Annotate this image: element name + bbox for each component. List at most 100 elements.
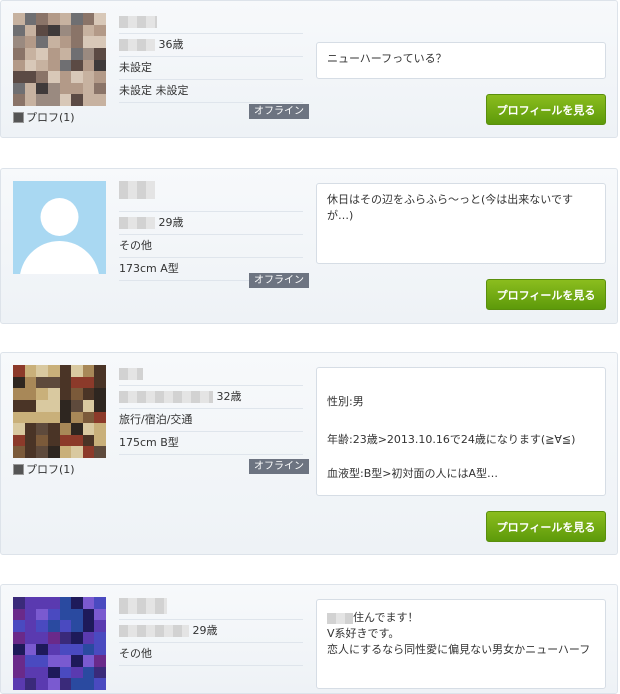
blurred-location: [119, 217, 155, 229]
message-line: 性別:男: [327, 395, 364, 408]
mosaic-tile: [47, 631, 60, 644]
mosaic-tile: [71, 399, 83, 412]
mosaic-tile: [13, 620, 25, 632]
mosaic-tile: [71, 376, 83, 389]
age-row: 36歳: [119, 34, 303, 57]
photo-count-label: プロフ(1): [26, 463, 75, 476]
message-box: ニューハーフっている？: [316, 42, 606, 79]
mosaic-tile: [82, 24, 95, 37]
mosaic-tile: [82, 13, 95, 25]
blurred-username: [119, 598, 167, 614]
view-profile-button[interactable]: プロフィールを見る: [486, 94, 606, 125]
mosaic-tile: [59, 94, 72, 106]
profile-photo-link[interactable]: プロフ(1): [13, 109, 75, 125]
mosaic-tile: [59, 643, 72, 656]
mosaic-tile: [13, 36, 25, 48]
mosaic-tile: [94, 399, 106, 412]
mosaic-tile: [94, 620, 106, 632]
profile-info: 32歳 旅行/宿泊/交通 175cm B型: [119, 363, 303, 455]
avatar[interactable]: [13, 365, 106, 458]
mosaic-tile: [36, 597, 48, 609]
mosaic-tile: [13, 388, 25, 400]
mosaic-tile: [36, 399, 48, 412]
blurred-location: [327, 612, 353, 624]
mosaic-tile: [36, 13, 48, 25]
mosaic-tile: [82, 59, 95, 72]
message-line: V系好きです。: [327, 627, 400, 640]
mosaic-tile: [82, 399, 95, 412]
mosaic-tile: [59, 24, 72, 37]
mosaic-tile: [24, 411, 37, 424]
mosaic-tile: [24, 446, 37, 458]
mosaic-tile: [82, 82, 95, 95]
avatar[interactable]: [13, 13, 106, 106]
message-box: 休日はその辺をふらふら～っと(今は出来ないですが…): [316, 183, 606, 264]
mosaic-tile: [47, 59, 60, 72]
mosaic-tile: [71, 94, 83, 106]
mosaic-tile: [13, 376, 25, 389]
mosaic-tile: [82, 71, 95, 83]
mosaic-tile: [47, 47, 60, 60]
mosaic-tile: [36, 47, 48, 60]
mosaic-tile: [47, 388, 60, 400]
message-text: 休日はその辺をふらふら～っと(今は出来ないですが…): [327, 193, 573, 222]
message-box: 性別:男 年齢:23歳>2013.10.16で24歳になります(≧∀≦) 血液型…: [316, 367, 606, 496]
mosaic-tile: [24, 47, 37, 60]
mosaic-tile: [24, 655, 37, 667]
mosaic-tile: [59, 678, 72, 690]
mosaic-tile: [36, 36, 48, 48]
age: 29歳: [192, 624, 218, 637]
mosaic-tile: [13, 94, 25, 106]
mosaic-tile: [47, 434, 60, 447]
profile-info: 36歳 未設定 未設定 未設定: [119, 11, 303, 103]
mosaic-tile: [71, 388, 83, 400]
mosaic-tile: [36, 446, 48, 458]
mosaic-tile: [47, 13, 60, 25]
mosaic-tile: [59, 423, 72, 435]
mosaic-tile: [59, 631, 72, 644]
mosaic-tile: [71, 631, 83, 644]
mosaic-tile: [94, 388, 106, 400]
mosaic-tile: [36, 608, 48, 621]
mosaic-tile: [59, 620, 72, 632]
username-row: [119, 363, 303, 386]
mosaic-tile: [82, 388, 95, 400]
message-line: [327, 448, 595, 464]
profile-photo-link[interactable]: プロフ(1): [13, 461, 75, 477]
mosaic-tile: [47, 36, 60, 48]
mosaic-tile: [94, 13, 106, 25]
mosaic-tile: [59, 597, 72, 609]
mosaic-tile: [13, 71, 25, 83]
mosaic-tile: [36, 94, 48, 106]
mosaic-tile: [82, 655, 95, 667]
height-blood-type: 未設定 未設定: [119, 80, 303, 103]
mosaic-tile: [94, 94, 106, 106]
mosaic-tile: [94, 643, 106, 656]
mosaic-tile: [24, 13, 37, 25]
age: 36歳: [158, 38, 184, 51]
mosaic-tile: [36, 655, 48, 667]
message-line: 年齢:23歳>2013.10.16で24歳になります(≧∀≦): [327, 433, 576, 446]
mosaic-tile: [71, 434, 83, 447]
mosaic-tile: [24, 434, 37, 447]
avatar[interactable]: [13, 597, 106, 690]
mosaic-tile: [71, 411, 83, 424]
mosaic-tile: [36, 376, 48, 389]
occupation: その他: [119, 235, 303, 258]
mosaic-tile: [71, 423, 83, 435]
mosaic-tile: [24, 423, 37, 435]
mosaic-tile: [71, 59, 83, 72]
mosaic-tile: [47, 643, 60, 656]
mosaic-tile: [24, 620, 37, 632]
mosaic-tile: [59, 47, 72, 60]
view-profile-button[interactable]: プロフィールを見る: [486, 279, 606, 310]
avatar[interactable]: [13, 181, 106, 274]
mosaic-tile: [59, 13, 72, 25]
mosaic-tile: [13, 47, 25, 60]
username-row: [119, 11, 303, 34]
mosaic-tile: [94, 434, 106, 447]
mosaic-tile: [36, 631, 48, 644]
mosaic-tile: [71, 71, 83, 83]
mosaic-tile: [47, 71, 60, 83]
view-profile-button[interactable]: プロフィールを見る: [486, 511, 606, 542]
